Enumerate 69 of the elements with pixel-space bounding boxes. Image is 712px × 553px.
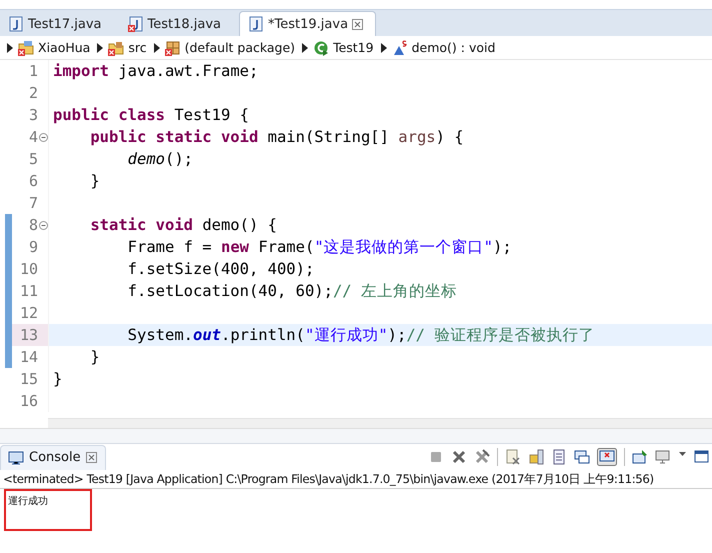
pin-icon[interactable]	[632, 449, 648, 465]
close-icon[interactable]	[86, 452, 97, 463]
code-line: f.setSize(400, 400);	[126, 260, 314, 278]
package-folder-icon	[108, 40, 124, 56]
console-icon	[8, 450, 24, 466]
clear-console-icon[interactable]	[505, 449, 521, 465]
remove-icon[interactable]	[451, 449, 467, 465]
editor-tab[interactable]: Test17.java	[0, 12, 114, 36]
breadcrumb-item[interactable]: demo() : void	[392, 40, 496, 56]
line-number: 16	[20, 392, 38, 410]
line-number: 5	[28, 150, 38, 168]
console-display-icon[interactable]	[597, 448, 617, 466]
close-icon[interactable]	[352, 18, 364, 30]
collapse-icon[interactable]	[38, 132, 48, 142]
document-icon[interactable]	[551, 449, 567, 465]
breadcrumb-item[interactable]: (default package)	[164, 40, 296, 56]
code-line: public class Test19 {	[53, 106, 249, 124]
code-line: demo();	[126, 150, 193, 168]
static-method-icon	[392, 40, 408, 56]
editor-tab[interactable]: Test18.java	[120, 12, 234, 36]
code-line: System.out.println("運行成功");// 验证程序是否被执行了	[126, 324, 594, 346]
java-file-icon	[8, 16, 24, 32]
console-message-icon[interactable]	[574, 449, 590, 465]
line-number: 15	[20, 370, 38, 388]
horizontal-scrollbar[interactable]	[48, 418, 712, 428]
breadcrumb-item[interactable]: src	[108, 40, 147, 56]
class-icon	[313, 40, 330, 56]
project-folder-icon	[18, 40, 34, 56]
breadcrumb-item[interactable]: XiaoHua	[18, 40, 90, 56]
code-line: public static void main(String[] args) {	[89, 128, 464, 146]
arrow-icon	[96, 42, 104, 52]
line-number: 2	[28, 84, 38, 102]
code-line: static void demo() {	[89, 216, 277, 234]
scroll-lock-icon[interactable]	[528, 449, 544, 465]
line-number: 10	[20, 260, 38, 278]
arrow-icon	[6, 42, 14, 52]
line-number: 7	[28, 194, 38, 212]
code-line: Frame f = new Frame("这是我做的第一个窗口");	[126, 236, 512, 258]
line-number: 12	[20, 304, 38, 322]
remove-all-icon[interactable]	[474, 449, 490, 465]
window-icon[interactable]	[694, 449, 710, 465]
line-number: 4	[28, 128, 38, 146]
line-number: 11	[20, 282, 38, 300]
arrow-icon	[380, 42, 388, 52]
code-line: }	[89, 172, 100, 190]
arrow-icon	[301, 42, 310, 52]
collapse-icon[interactable]	[38, 220, 48, 230]
arrow-icon	[152, 42, 161, 52]
package-icon	[164, 40, 181, 56]
java-file-error-icon	[128, 16, 144, 32]
line-number: 3	[28, 106, 38, 124]
code-line: import java.awt.Frame;	[53, 62, 258, 80]
line-number: 8	[28, 216, 38, 234]
line-number: 9	[28, 238, 38, 256]
line-number: 1	[28, 62, 38, 80]
line-number: 6	[28, 172, 38, 190]
code-line: }	[53, 370, 62, 388]
console-status: <terminated> Test19 [Java Application] C:\Program Files\Java\jdk1.7.0_75\bin\javaw.exe (2017年7月10日 上午9:11:56)	[0, 470, 712, 489]
code-editor[interactable]	[0, 60, 712, 429]
monitor-icon[interactable]	[655, 449, 671, 465]
line-number: 13	[20, 326, 38, 344]
console-tab[interactable]: Console	[0, 444, 106, 470]
breadcrumb-item[interactable]: Test19	[313, 40, 374, 56]
console-output: 運行成功	[8, 496, 48, 507]
code-line: f.setLocation(40, 60);// 左上角的坐标	[126, 280, 457, 302]
java-file-icon	[248, 16, 264, 32]
code-line: }	[89, 348, 100, 366]
line-number: 14	[20, 348, 38, 366]
editor-tab[interactable]: *Test19.java	[239, 11, 376, 36]
